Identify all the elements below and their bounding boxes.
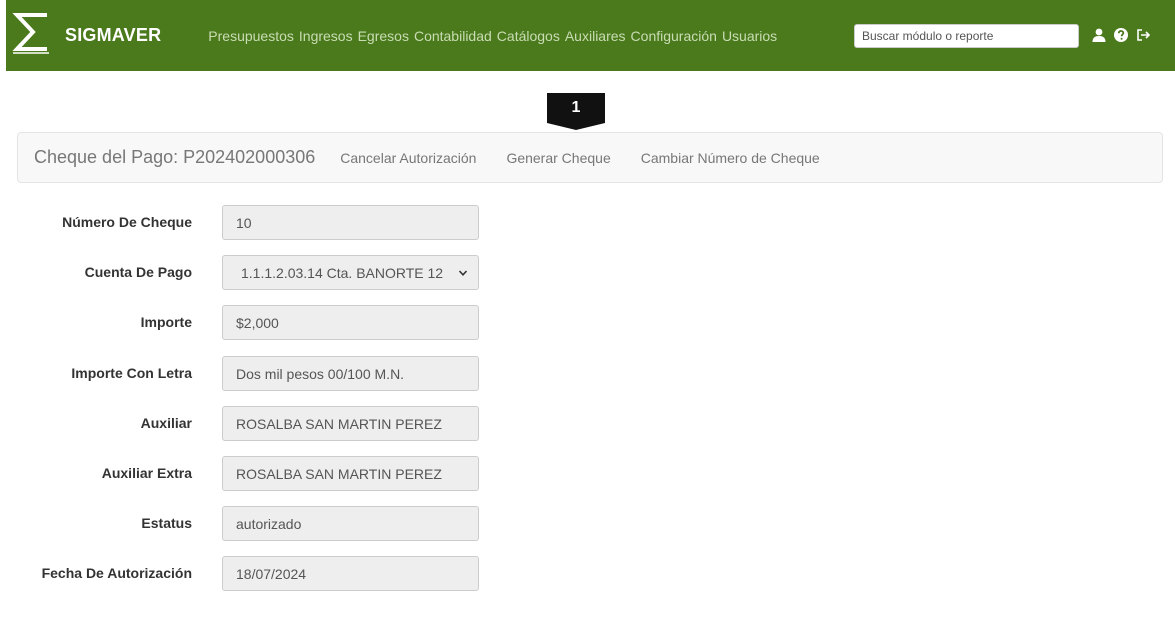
nav-item-ingresos[interactable]: Ingresos [299, 28, 358, 44]
payment-account-label: Cuenta De Pago [84, 264, 192, 280]
cancel-authorization-link[interactable]: Cancelar Autorización [340, 150, 476, 166]
auxiliary-field: ROSALBA SAN MARTIN PEREZ [222, 406, 479, 441]
sigma-logo-icon [12, 12, 49, 54]
brand-link[interactable]: SIGMAVER [6, 0, 161, 71]
auxiliary-extra-label: Auxiliar Extra [101, 465, 192, 481]
form-row-authorization-date: Fecha De Autorización 18/07/2024 [0, 556, 500, 592]
brand-name: SIGMAVER [65, 25, 162, 45]
payment-subheader: Cheque del Pago: P202402000306 Cancelar … [17, 132, 1163, 183]
generate-check-link[interactable]: Generar Cheque [506, 150, 610, 166]
user-icon[interactable] [1091, 27, 1107, 43]
form-row-auxiliary-extra: Auxiliar Extra ROSALBA SAN MARTIN PEREZ [0, 456, 500, 492]
nav-item-usuarios[interactable]: Usuarios [722, 28, 782, 44]
amount-label: Importe [140, 314, 192, 330]
form-row-payment-account: Cuenta De Pago 1.1.1.2.03.14 Cta. BANORT… [0, 255, 500, 291]
amount-in-words-field: Dos mil pesos 00/100 M.N. [222, 356, 479, 391]
top-navbar: SIGMAVER Presupuestos Ingresos Egresos C… [6, 0, 1175, 71]
payment-account-value: 1.1.1.2.03.14 Cta. BANORTE 12 [241, 264, 444, 281]
payment-account-select[interactable]: 1.1.1.2.03.14 Cta. BANORTE 12 [222, 255, 479, 290]
authorization-date-label: Fecha De Autorización [41, 565, 192, 581]
page-title: Cheque del Pago: P202402000306 [34, 147, 316, 167]
nav-item-auxiliares[interactable]: Auxiliares [565, 28, 631, 44]
help-icon[interactable] [1113, 27, 1129, 43]
logout-icon[interactable] [1135, 27, 1151, 43]
status-label: Estatus [141, 515, 192, 531]
form-row-amount-in-words: Importe Con Letra Dos mil pesos 00/100 M… [0, 356, 500, 392]
amount-in-words-label: Importe Con Letra [71, 365, 192, 381]
auxiliary-label: Auxiliar [140, 415, 192, 431]
chevron-down-icon [458, 269, 468, 276]
module-search-input[interactable] [854, 24, 1079, 48]
form-row-check-number: Número De Cheque 10 [0, 205, 500, 241]
nav-item-configuracion[interactable]: Configuración [631, 28, 722, 44]
status-field: autorizado [222, 506, 479, 541]
form-row-status: Estatus autorizado [0, 506, 500, 542]
nav-item-presupuestos[interactable]: Presupuestos [208, 28, 299, 44]
nav-item-catalogos[interactable]: Catálogos [497, 28, 565, 44]
change-check-number-link[interactable]: Cambiar Número de Cheque [641, 150, 820, 166]
main-menu: Presupuestos Ingresos Egresos Contabilid… [208, 28, 782, 44]
check-number-label: Número De Cheque [62, 214, 192, 230]
authorization-date-field: 18/07/2024 [222, 556, 479, 591]
nav-icon-group [1091, 27, 1151, 43]
nav-item-contabilidad[interactable]: Contabilidad [414, 28, 497, 44]
step-marker-label: 1 [571, 99, 581, 116]
auxiliary-extra-field: ROSALBA SAN MARTIN PEREZ [222, 456, 479, 491]
nav-item-egresos[interactable]: Egresos [358, 28, 414, 44]
form-row-amount: Importe $2,000 [0, 305, 500, 341]
form-row-auxiliary: Auxiliar ROSALBA SAN MARTIN PEREZ [0, 406, 500, 442]
check-number-field: 10 [222, 205, 479, 240]
amount-field: $2,000 [222, 305, 479, 340]
